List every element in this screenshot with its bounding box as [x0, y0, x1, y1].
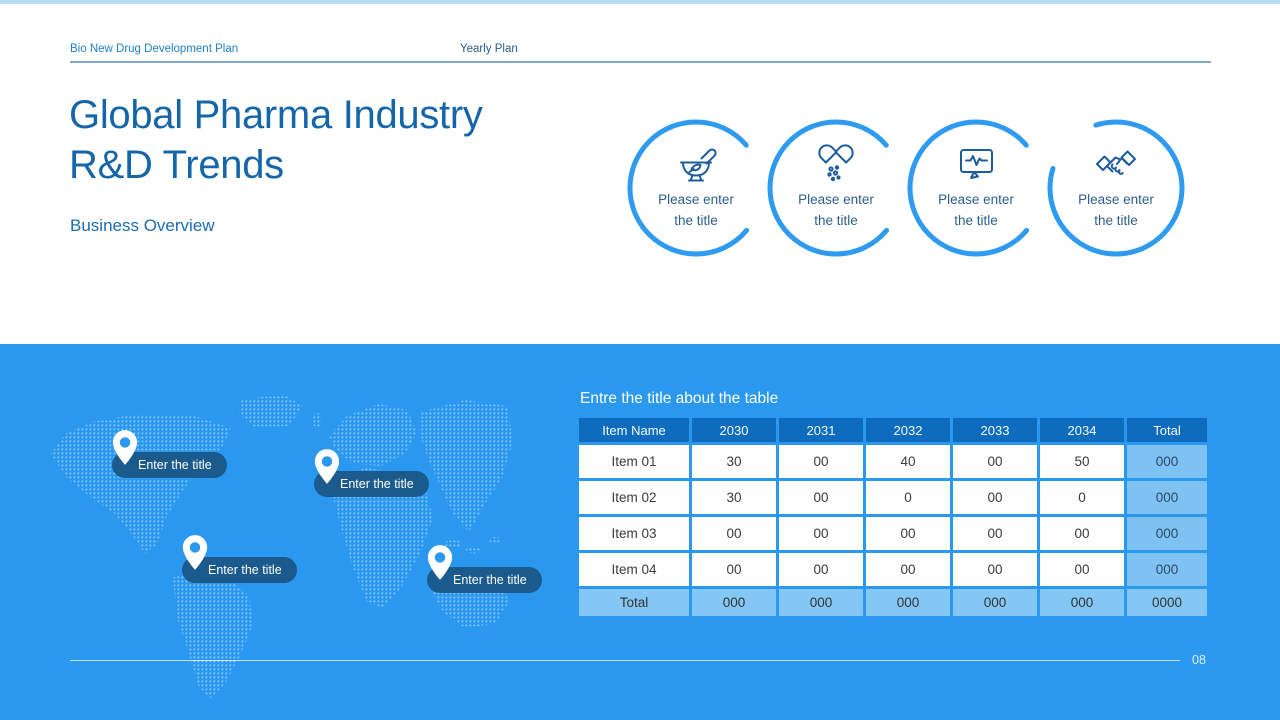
value-cell[interactable]: 00 [866, 553, 950, 586]
footer-divider [70, 660, 1180, 661]
circle-label: Please enterthe title [1047, 189, 1185, 231]
monitor-pulse-icon [952, 143, 1000, 187]
value-cell[interactable]: 30 [692, 445, 776, 478]
total-row-value-cell[interactable]: 000 [866, 589, 950, 616]
value-cell[interactable]: 00 [866, 517, 950, 550]
value-cell[interactable]: 40 [866, 445, 950, 478]
table-body: Item 013000400050000Item 0230000000000It… [579, 445, 1207, 616]
map-pin-icon [111, 429, 139, 466]
total-row-label-cell[interactable]: Total [579, 589, 689, 616]
mortar-pestle-icon [672, 143, 720, 187]
table-row-1: Item 013000400050000 [579, 445, 1207, 478]
capsule-icon [812, 143, 860, 187]
row-total-cell[interactable]: 000 [1127, 553, 1207, 586]
top-accent-strip [0, 0, 1280, 4]
value-cell[interactable]: 00 [779, 517, 863, 550]
row-name-cell[interactable]: Item 02 [579, 481, 689, 514]
value-cell[interactable]: 00 [953, 517, 1037, 550]
slide-title[interactable]: Global Pharma Industry R&D Trends [69, 90, 483, 190]
value-cell[interactable]: 00 [779, 481, 863, 514]
column-header-2034[interactable]: 2034 [1040, 418, 1124, 442]
circle-ring [767, 119, 905, 257]
row-name-cell[interactable]: Item 04 [579, 553, 689, 586]
process-circle-1[interactable]: Please enterthe title [627, 119, 765, 257]
total-row-value-cell[interactable]: 000 [692, 589, 776, 616]
process-circle-3[interactable]: Please enterthe title [907, 119, 1045, 257]
column-header-total[interactable]: Total [1127, 418, 1207, 442]
handshake-icon [1092, 143, 1140, 187]
value-cell[interactable]: 0 [866, 481, 950, 514]
slide-title-line1: Global Pharma Industry [69, 93, 483, 137]
column-header-2032[interactable]: 2032 [866, 418, 950, 442]
column-header-item-name[interactable]: Item Name [579, 418, 689, 442]
row-total-cell[interactable]: 000 [1127, 481, 1207, 514]
slide-subtitle[interactable]: Business Overview [70, 216, 215, 236]
table-header-row: Item Name20302031203220332034Total [579, 418, 1207, 442]
table-row-4: Item 040000000000000 [579, 553, 1207, 586]
column-header-2033[interactable]: 2033 [953, 418, 1037, 442]
process-circle-4[interactable]: Please enterthe title [1047, 119, 1185, 257]
table-row-2: Item 0230000000000 [579, 481, 1207, 514]
circle-ring [907, 119, 1045, 257]
row-total-cell[interactable]: 000 [1127, 445, 1207, 478]
table-header: Item Name20302031203220332034Total [579, 418, 1207, 442]
circle-label: Please enterthe title [907, 189, 1045, 231]
grand-total-cell[interactable]: 0000 [1127, 589, 1207, 616]
header-right-label: Yearly Plan [460, 43, 518, 55]
circle-label: Please enterthe title [767, 189, 905, 231]
value-cell[interactable]: 00 [1040, 517, 1124, 550]
process-circles: Please enterthe title Please enterthe ti… [627, 119, 1185, 257]
table-total-row: Total0000000000000000000 [579, 589, 1207, 616]
row-total-cell[interactable]: 000 [1127, 517, 1207, 550]
row-name-cell[interactable]: Item 01 [579, 445, 689, 478]
map-pin-icon [181, 534, 209, 571]
page-number: 08 [1192, 653, 1206, 667]
value-cell[interactable]: 00 [1040, 553, 1124, 586]
value-cell[interactable]: 0 [1040, 481, 1124, 514]
slide-title-line2: R&D Trends [69, 143, 284, 187]
process-circle-2[interactable]: Please enterthe title [767, 119, 905, 257]
table-row-3: Item 030000000000000 [579, 517, 1207, 550]
value-cell[interactable]: 00 [953, 481, 1037, 514]
value-cell[interactable]: 00 [779, 553, 863, 586]
total-row-value-cell[interactable]: 000 [1040, 589, 1124, 616]
table-title[interactable]: Entre the title about the table [580, 390, 778, 408]
value-cell[interactable]: 30 [692, 481, 776, 514]
data-table: Item Name20302031203220332034Total Item … [576, 415, 1210, 619]
slide-canvas: Bio New Drug Development Plan Yearly Pla… [0, 0, 1280, 720]
circle-label: Please enterthe title [627, 189, 765, 231]
map-pin-icon [313, 448, 341, 485]
total-row-value-cell[interactable]: 000 [953, 589, 1037, 616]
value-cell[interactable]: 50 [1040, 445, 1124, 478]
header-left-label: Bio New Drug Development Plan [70, 43, 238, 55]
value-cell[interactable]: 00 [692, 517, 776, 550]
total-row-value-cell[interactable]: 000 [779, 589, 863, 616]
column-header-2031[interactable]: 2031 [779, 418, 863, 442]
row-name-cell[interactable]: Item 03 [579, 517, 689, 550]
circle-ring [1047, 119, 1185, 257]
value-cell[interactable]: 00 [953, 445, 1037, 478]
circle-ring [627, 119, 765, 257]
column-header-2030[interactable]: 2030 [692, 418, 776, 442]
header-divider [70, 61, 1211, 63]
value-cell[interactable]: 00 [953, 553, 1037, 586]
value-cell[interactable]: 00 [779, 445, 863, 478]
value-cell[interactable]: 00 [692, 553, 776, 586]
bottom-section: Enter the title Enter the title Enter th… [0, 344, 1280, 720]
map-pin-icon [426, 544, 454, 581]
